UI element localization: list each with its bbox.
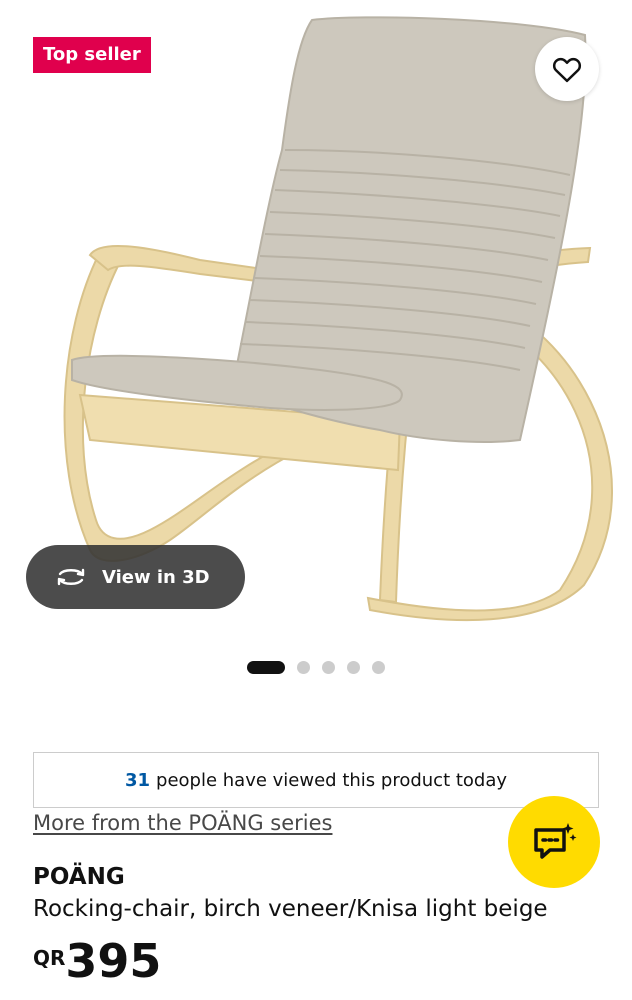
carousel-dot[interactable] — [322, 661, 335, 674]
price-amount: 395 — [65, 934, 162, 988]
carousel-dot[interactable] — [247, 661, 285, 674]
views-today-banner: 31 people have viewed this product today — [33, 752, 599, 808]
view-in-3d-button[interactable]: View in 3D — [26, 545, 245, 609]
carousel-dot[interactable] — [372, 661, 385, 674]
series-link[interactable]: More from the POÄNG series — [33, 811, 332, 835]
heart-icon — [552, 57, 582, 83]
assistant-chat-button[interactable] — [508, 796, 600, 888]
chat-sparkle-icon — [534, 823, 577, 859]
price-currency: QR — [33, 946, 66, 970]
favorite-button[interactable] — [535, 37, 599, 101]
views-count: 31 — [124, 769, 151, 791]
view-in-3d-label: View in 3D — [102, 566, 210, 588]
product-photo — [63, 16, 613, 622]
rotate-3d-icon — [57, 568, 85, 586]
product-image[interactable]: Top seller View in 3D — [0, 0, 632, 632]
product-price: QR 395 — [33, 936, 161, 987]
views-text: people have viewed this product today — [156, 769, 508, 791]
carousel-dot[interactable] — [347, 661, 360, 674]
product-description: Rocking-chair, birch veneer/Knisa light … — [33, 896, 548, 922]
product-name: POÄNG — [33, 864, 125, 890]
carousel-dot[interactable] — [297, 661, 310, 674]
top-seller-badge: Top seller — [33, 37, 151, 73]
image-carousel-indicator[interactable] — [0, 661, 632, 674]
